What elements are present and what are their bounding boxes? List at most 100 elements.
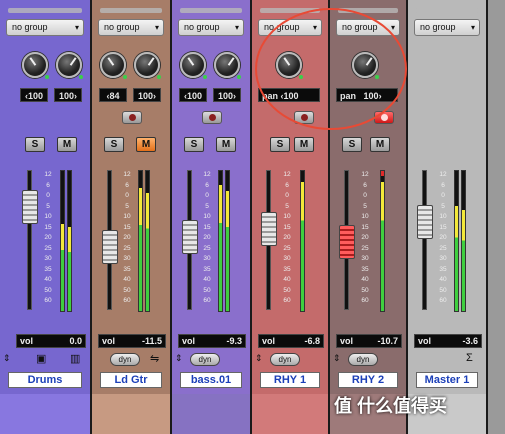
- level-meter: [380, 170, 385, 312]
- chevron-down-icon: ▾: [234, 23, 239, 32]
- volume-fader[interactable]: [339, 225, 355, 259]
- volume-fader[interactable]: [22, 190, 38, 224]
- mute-button[interactable]: M: [57, 137, 77, 152]
- track-name[interactable]: RHY 2: [338, 372, 398, 388]
- group-selector[interactable]: no group ▾: [336, 19, 400, 36]
- strip-top-bar: [260, 8, 320, 13]
- track-color-swatch: [0, 394, 90, 434]
- record-arm-button[interactable]: [374, 111, 394, 124]
- dyn-button[interactable]: dyn: [190, 353, 220, 366]
- track-name[interactable]: RHY 1: [260, 372, 320, 388]
- updown-arrows-icon[interactable]: ⇕: [255, 353, 263, 364]
- volume-fader[interactable]: [102, 230, 118, 264]
- channel-strip-master: no group ▾ 12 6 0 5 10 15 20 25 30 35 40 50 60 vol -3.…: [408, 0, 488, 434]
- strip-top-bar: [8, 8, 82, 13]
- sigma-icon: Σ: [466, 352, 473, 364]
- group-selector[interactable]: no group ▾: [178, 19, 244, 36]
- solo-button[interactable]: S: [25, 137, 45, 152]
- mute-button[interactable]: M: [216, 137, 236, 152]
- mute-button[interactable]: M: [136, 137, 156, 152]
- volume-readout: vol -3.6: [414, 334, 482, 348]
- level-meter-right: [225, 170, 230, 312]
- volume-readout: vol -6.8: [258, 334, 324, 348]
- grid-view-icon[interactable]: ▣: [36, 352, 46, 365]
- fader-scale: 12 6 0 5 10 15 20 25 30 35 40 50 60: [439, 171, 447, 304]
- pan-knob[interactable]: [276, 52, 303, 79]
- solo-button[interactable]: S: [104, 137, 124, 152]
- volume-readout: vol -10.7: [336, 334, 402, 348]
- pan-left-readout: ‹100: [179, 88, 207, 102]
- channel-strip-bass: no group ▾ ‹100 100› S M 12 6 0 5 10 15 20 25 30 3…: [172, 0, 252, 434]
- track-name[interactable]: bass.01: [180, 372, 242, 388]
- group-selector[interactable]: no group ▾: [6, 19, 84, 36]
- track-name[interactable]: Ld Gtr: [100, 372, 162, 388]
- track-name[interactable]: Master 1: [416, 372, 478, 388]
- track-color-swatch: [252, 394, 328, 434]
- pan-knob-left[interactable]: [180, 52, 207, 79]
- level-meter: [300, 170, 305, 312]
- updown-arrows-icon[interactable]: ⇕: [3, 353, 11, 364]
- fader-scale: 12 6 0 5 10 15 20 25 30 35 40 50 60: [44, 171, 52, 304]
- fader-scale: 12 6 0 5 10 15 20 25 30 35 40 50 60: [361, 171, 369, 304]
- group-selector[interactable]: no group ▾: [258, 19, 322, 36]
- pan-knob-left[interactable]: [100, 52, 127, 79]
- record-arm-button[interactable]: [294, 111, 314, 124]
- group-selector[interactable]: no group ▾: [98, 19, 164, 36]
- track-name[interactable]: Drums: [8, 372, 82, 388]
- volume-fader[interactable]: [182, 220, 198, 254]
- volume-fader[interactable]: [261, 212, 277, 246]
- volume-readout: vol -9.3: [178, 334, 246, 348]
- group-selector[interactable]: no group ▾: [414, 19, 480, 36]
- mute-button[interactable]: M: [294, 137, 314, 152]
- track-color-swatch: [92, 394, 170, 434]
- pan-knob-right[interactable]: [214, 52, 241, 79]
- pan-right-readout: 100›: [54, 88, 82, 102]
- fader-track[interactable]: [422, 170, 427, 310]
- channel-strip-rhy2: no group ▾ pan 100› S M 12 6 0 5 10 15 20 25 30 35…: [330, 0, 408, 434]
- dyn-button[interactable]: dyn: [270, 353, 300, 366]
- strip-top-bar: [180, 8, 242, 13]
- chevron-down-icon: ▾: [470, 23, 475, 32]
- pan-left-readout: ‹100: [20, 88, 48, 102]
- level-meter-left: [218, 170, 223, 312]
- dyn-button[interactable]: dyn: [348, 353, 378, 366]
- updown-arrows-icon[interactable]: ⇕: [333, 353, 341, 364]
- level-meter-left: [454, 170, 459, 312]
- record-arm-button[interactable]: [202, 111, 222, 124]
- dyn-button[interactable]: dyn: [110, 353, 140, 366]
- pan-readout: pan ‹100: [258, 88, 320, 102]
- solo-button[interactable]: S: [270, 137, 290, 152]
- pan-right-readout: 100›: [133, 88, 161, 102]
- record-arm-button[interactable]: [122, 111, 142, 124]
- fader-scale: 12 6 0 5 10 15 20 25 30 35 40 50 60: [203, 171, 211, 304]
- right-edge-panel: [488, 0, 505, 434]
- chevron-down-icon: ▾: [390, 23, 395, 32]
- chevron-down-icon: ▾: [312, 23, 317, 32]
- strip-top-bar: [416, 8, 478, 13]
- solo-button[interactable]: S: [342, 137, 362, 152]
- mute-button[interactable]: M: [370, 137, 390, 152]
- solo-button[interactable]: S: [184, 137, 204, 152]
- pan-knob-right[interactable]: [56, 52, 83, 79]
- fader-scale: 12 6 0 5 10 15 20 25 30 35 40 50 60: [123, 171, 131, 304]
- track-color-swatch: [172, 394, 250, 434]
- mixer-window: no group ▾ ‹100 100› S M 12 6 0 5 10 15 20 25 30 3…: [0, 0, 505, 434]
- chevron-down-icon: ▾: [74, 23, 79, 32]
- volume-readout: vol -11.5: [98, 334, 166, 348]
- pan-knob[interactable]: [352, 52, 379, 79]
- pan-readout: pan 100›: [336, 88, 398, 102]
- bars-icon[interactable]: ▥: [70, 352, 80, 365]
- level-meter-right: [67, 170, 72, 312]
- pan-right-readout: 100›: [213, 88, 241, 102]
- updown-arrows-icon[interactable]: ⇕: [175, 353, 183, 364]
- level-meter-left: [138, 170, 143, 312]
- pan-knob-left[interactable]: [22, 52, 49, 79]
- watermark: 值 什么值得买: [334, 396, 448, 416]
- channel-strip-ld-gtr: no group ▾ ‹84 100› S M 12 6 0 5 10 15 20 25 30 35…: [92, 0, 172, 434]
- chevron-down-icon: ▾: [154, 23, 159, 32]
- pan-knob-right[interactable]: [134, 52, 161, 79]
- channel-strip-drums: no group ▾ ‹100 100› S M 12 6 0 5 10 15 20 25 30 3…: [0, 0, 92, 434]
- strip-top-bar: [338, 8, 398, 13]
- volume-fader[interactable]: [417, 205, 433, 239]
- pan-left-readout: ‹84: [99, 88, 127, 102]
